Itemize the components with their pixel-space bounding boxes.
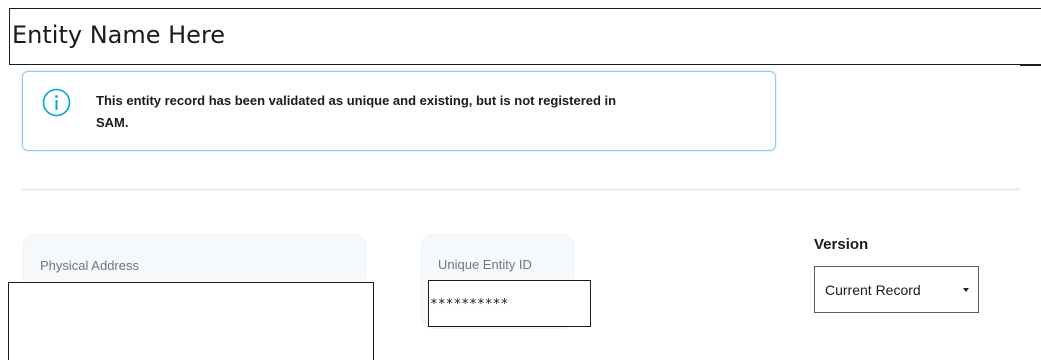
info-alert: This entity record has been validated as… xyxy=(22,71,776,151)
unique-entity-id-label: Unique Entity ID xyxy=(438,257,532,272)
section-divider xyxy=(22,188,1020,191)
version-label: Version xyxy=(814,236,869,253)
physical-address-label: Physical Address xyxy=(40,258,139,273)
version-select[interactable]: Current Record xyxy=(814,266,979,313)
info-icon xyxy=(42,88,71,117)
version-select-value: Current Record xyxy=(825,282,921,298)
entity-header-underline xyxy=(1020,65,1041,66)
caret-down-icon xyxy=(963,288,969,292)
alert-message: This entity record has been validated as… xyxy=(96,93,617,130)
entity-name: Entity Name Here xyxy=(12,21,226,49)
unique-entity-id-value: ********** xyxy=(430,297,509,312)
unique-entity-id-box: ********** xyxy=(428,280,591,327)
physical-address-value xyxy=(8,282,374,360)
